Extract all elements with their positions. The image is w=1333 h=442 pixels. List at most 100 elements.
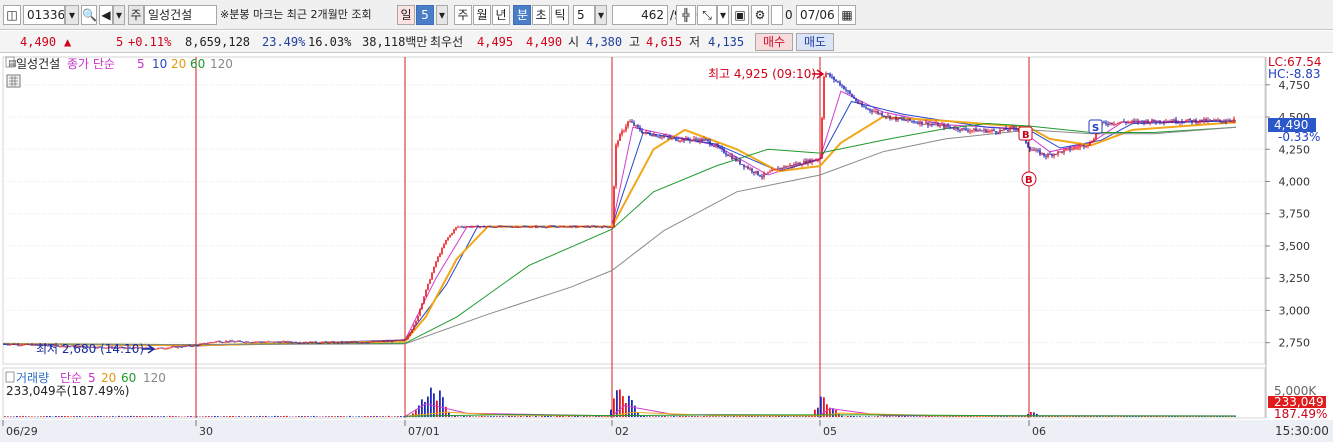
candle-body [607, 226, 609, 228]
tab-day[interactable]: 일 [397, 5, 415, 25]
date-input[interactable]: 07/06 [796, 5, 840, 25]
candle-body [27, 343, 29, 345]
search-icon[interactable]: 🔍 [81, 5, 97, 25]
candle-body [287, 341, 289, 343]
window-toggle-icon[interactable]: ◫ [3, 5, 21, 25]
volume-bar [994, 416, 996, 417]
tab-tick[interactable]: 틱 [551, 5, 569, 25]
candle-body [365, 342, 367, 344]
candle-body [285, 341, 287, 343]
sell-button[interactable]: 매도 [796, 33, 834, 51]
volume-bar [85, 416, 87, 417]
volume-bar [526, 416, 528, 417]
candle-body [1141, 120, 1143, 122]
buy-marker[interactable]: B [1018, 126, 1033, 141]
volume-bar [175, 416, 177, 417]
volume-bar [934, 416, 936, 417]
candle-body [433, 266, 435, 273]
candle-body [933, 124, 935, 126]
candle-body [521, 226, 523, 228]
candle-body [871, 110, 873, 112]
volume-bar [262, 416, 264, 417]
interval-select[interactable]: 5 [573, 5, 595, 25]
volume-bar [196, 416, 198, 417]
candle-body [363, 342, 365, 344]
volume-bar [226, 416, 228, 417]
sell-marker[interactable]: S [1088, 119, 1103, 134]
candle-body [17, 344, 19, 346]
candle-body [547, 226, 549, 228]
interval-dropdown-icon[interactable]: ▾ [595, 5, 607, 25]
tab-minute[interactable]: 분 [513, 5, 531, 25]
candle-body [167, 347, 169, 349]
save-icon[interactable]: ▣ [731, 5, 749, 25]
candle-body [563, 225, 565, 228]
buy-button[interactable]: 매수 [755, 33, 793, 51]
candle-body [1111, 122, 1113, 125]
stock-code-input[interactable]: 013360 [23, 5, 65, 25]
volume-bar [649, 416, 651, 417]
gear-icon[interactable]: ⚙ [751, 5, 769, 25]
price-chart[interactable]: 4,7504,5004,2504,0003,7503,5003,2503,000… [0, 54, 1333, 442]
candle-body [1165, 121, 1167, 123]
volume-bar [868, 416, 870, 417]
candle-body [361, 342, 363, 344]
candle-body [917, 122, 919, 124]
candle-body [879, 113, 881, 115]
volume-bar [484, 416, 486, 417]
speaker-dropdown-icon[interactable]: ▾ [113, 5, 125, 25]
candle-body [9, 344, 11, 346]
volume-bar [730, 416, 732, 417]
candle-body [895, 117, 897, 121]
candle-body [767, 172, 769, 174]
last-price: 4,490 [20, 35, 57, 49]
candle-body [617, 141, 619, 145]
candle-body [357, 342, 359, 344]
tab-year[interactable]: 년 [492, 5, 510, 25]
candle-body [467, 226, 469, 228]
candle-body [791, 165, 793, 167]
crosshair-icon[interactable]: ╬ [676, 5, 696, 25]
candle-body [1113, 123, 1115, 125]
volume-bar [856, 416, 858, 417]
candle-body [31, 344, 33, 346]
candle-body [545, 227, 547, 229]
volume-bar [301, 416, 303, 417]
tool-dropdown-icon[interactable]: ▾ [717, 5, 729, 25]
stock-name-field[interactable]: 일성건설 [144, 5, 217, 25]
speaker-icon[interactable]: ◀ [99, 5, 113, 25]
candle-body [707, 139, 709, 141]
tab-second[interactable]: 초 [532, 5, 550, 25]
volume-bar [793, 416, 795, 417]
line-tool-icon[interactable]: ⤡ [697, 5, 717, 25]
day-count-dropdown-icon[interactable]: ▾ [436, 5, 448, 25]
count-input[interactable]: 462 [612, 5, 668, 25]
volume-legend-type: 단순 [60, 371, 82, 385]
turnover-ratio: 16.03% [308, 35, 352, 49]
candle-body [1119, 122, 1121, 124]
candle-body [555, 226, 557, 228]
volume-bar [250, 416, 252, 417]
candle-body [1029, 147, 1031, 150]
candle-body [1033, 149, 1035, 151]
candle-body [537, 226, 539, 228]
candle-body [1137, 120, 1139, 123]
volume-bar [22, 415, 24, 417]
candle-body [275, 341, 277, 343]
tab-week[interactable]: 주 [454, 5, 472, 25]
volume-bar [919, 416, 921, 417]
candle-body [505, 225, 507, 227]
candle-body [859, 103, 861, 105]
candle-body [315, 341, 317, 343]
candle-body [597, 226, 599, 228]
code-dropdown-icon[interactable]: ▾ [65, 5, 79, 25]
volume-bar [331, 416, 333, 417]
calendar-icon[interactable]: ▦ [838, 5, 856, 25]
candle-body [1157, 120, 1159, 123]
volume-bar [646, 416, 648, 417]
buy-marker-2[interactable]: B [1021, 171, 1037, 187]
checkbox-icon[interactable] [771, 5, 783, 25]
tab-day-count[interactable]: 5 [416, 5, 434, 25]
volume-bar [658, 416, 660, 417]
tab-month[interactable]: 월 [473, 5, 491, 25]
